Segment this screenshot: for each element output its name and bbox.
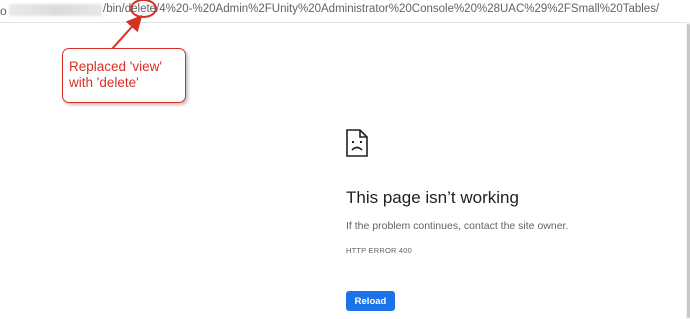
callout-line-1: Replaced 'view' <box>69 59 162 74</box>
url-text[interactable]: /bin/delete/4%20-%20Admin%2FUnity%20Admi… <box>103 3 659 15</box>
sad-document-icon <box>346 129 368 157</box>
url-prefix: /bin/ <box>103 3 125 15</box>
error-message: If the problem continues, contact the si… <box>346 220 569 232</box>
redacted-host <box>9 4 102 16</box>
error-code: HTTP ERROR 400 <box>346 246 413 255</box>
browser-window: o /bin/delete/4%20-%20Admin%2FUnity%20Ad… <box>0 0 690 319</box>
address-bar[interactable]: o /bin/delete/4%20-%20Admin%2FUnity%20Ad… <box>0 0 690 23</box>
annotation-callout: Replaced 'view' with 'delete' <box>62 48 186 103</box>
reload-button[interactable]: Reload <box>346 291 395 311</box>
address-bar-edge-glyph: o <box>0 4 7 18</box>
url-suffix: /4%20-%20Admin%2FUnity%20Administrator%2… <box>156 3 660 15</box>
callout-line-2: with 'delete' <box>69 75 139 90</box>
error-title: This page isn’t working <box>346 188 519 207</box>
